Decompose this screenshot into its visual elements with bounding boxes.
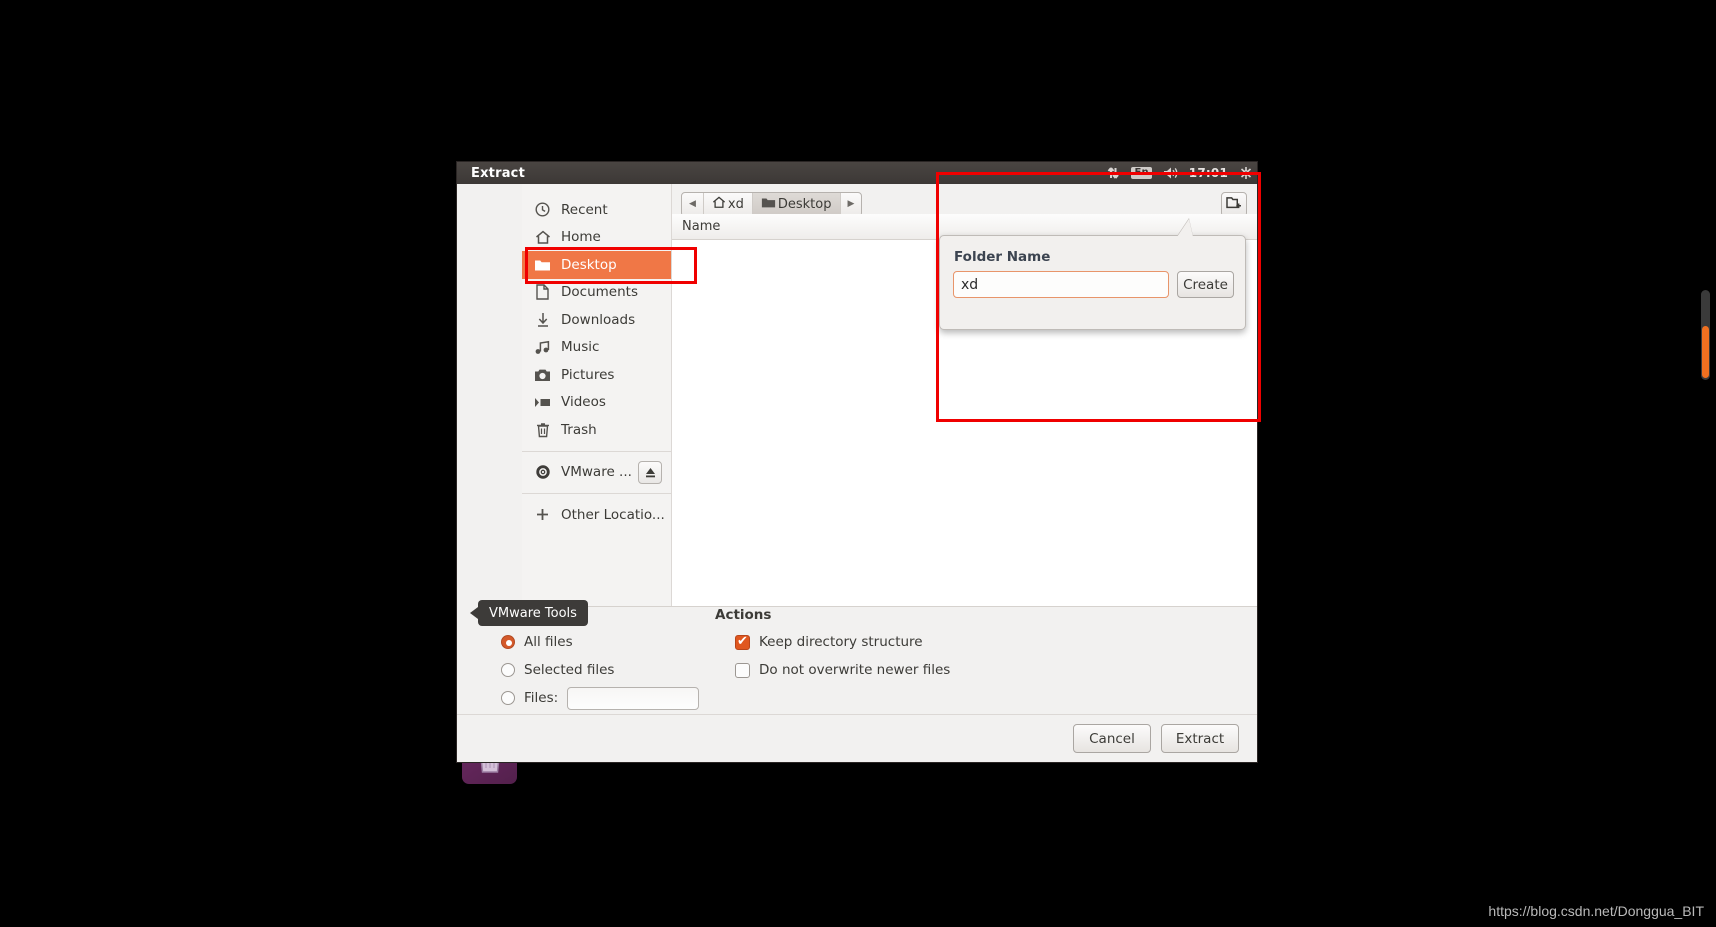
radio-files[interactable]: Files: — [481, 684, 821, 712]
folder-icon — [534, 258, 551, 272]
keyboard-layout-icon[interactable]: En — [1131, 167, 1152, 179]
radio-label: Selected files — [524, 662, 615, 678]
checkbox-label: Keep directory structure — [759, 634, 923, 650]
clock-icon — [534, 202, 551, 217]
sidebar-divider — [522, 450, 671, 452]
files-pattern-input[interactable] — [567, 686, 700, 710]
new-folder-popover: Folder Name Create — [939, 235, 1246, 330]
trash-icon — [534, 422, 551, 438]
plus-icon — [534, 507, 551, 522]
sidebar-label: Videos — [561, 394, 606, 411]
home-icon — [712, 196, 726, 213]
network-updown-icon[interactable] — [1106, 166, 1120, 180]
disc-icon — [534, 464, 551, 480]
sidebar-label: Other Locatio... — [561, 506, 665, 523]
sidebar-item-trash[interactable]: Trash — [522, 416, 671, 444]
tooltip-label: VMware Tools — [489, 605, 577, 621]
system-tray: En 17:01 — [1106, 162, 1253, 184]
breadcrumb-label: Desktop — [777, 196, 832, 212]
screen: a — [0, 0, 1716, 927]
sidebar-label: Trash — [561, 421, 597, 438]
checkbox-indicator — [735, 662, 750, 678]
sidebar-item-downloads[interactable]: Downloads — [522, 306, 671, 334]
download-icon — [534, 312, 551, 328]
tray-clock[interactable]: 17:01 — [1189, 166, 1228, 180]
breadcrumb-item-xd[interactable]: xd — [704, 192, 753, 216]
dialog-action-bar: Cancel Extract — [457, 714, 1257, 762]
watermark: https://blog.csdn.net/Donggua_BIT — [1488, 903, 1704, 919]
sidebar-label: Recent — [561, 201, 608, 218]
sidebar-item-videos[interactable]: Videos — [522, 389, 671, 417]
places-sidebar: Recent Home Desktop Documents Downloads … — [522, 184, 672, 606]
sidebar-label: Music — [561, 339, 600, 356]
document-icon — [534, 284, 551, 300]
breadcrumb-label: xd — [727, 196, 744, 212]
column-header-name: Name — [682, 219, 721, 234]
new-folder-icon — [1226, 195, 1242, 214]
sidebar-item-other-locations[interactable]: Other Locatio... — [522, 501, 671, 529]
sidebar-item-documents[interactable]: Documents — [522, 279, 671, 307]
sidebar-item-desktop[interactable]: Desktop — [522, 251, 671, 279]
actions-group-title: Actions — [715, 607, 772, 623]
radio-indicator — [501, 691, 515, 705]
sidebar-label: Downloads — [561, 311, 636, 328]
create-button[interactable]: Create — [1177, 271, 1234, 298]
folder-icon — [761, 196, 776, 213]
home-icon — [534, 230, 551, 245]
breadcrumb-back-button[interactable]: ◀ — [682, 192, 704, 216]
checkbox-keep-directory-structure[interactable]: Keep directory structure — [715, 628, 1045, 656]
sidebar-item-music[interactable]: Music — [522, 334, 671, 362]
radio-indicator — [501, 663, 515, 677]
popover-tail — [1177, 219, 1193, 237]
sidebar-item-home[interactable]: Home — [522, 224, 671, 252]
window-titlebar: Extract En 17:01 — [457, 162, 1257, 184]
sidebar-divider-2 — [522, 493, 671, 494]
sidebar-item-pictures[interactable]: Pictures — [522, 361, 671, 389]
radio-indicator — [501, 635, 515, 649]
checkbox-do-not-overwrite[interactable]: Do not overwrite newer files — [715, 656, 1045, 684]
options-panel: Extract All files Selected files Files: … — [479, 606, 1257, 714]
sidebar-label: Documents — [561, 284, 638, 301]
sidebar-label: VMware ... — [561, 464, 632, 481]
camera-icon — [534, 368, 551, 382]
radio-label: Files: — [524, 690, 559, 706]
launcher-tooltip: VMware Tools — [470, 600, 588, 626]
sidebar-item-recent[interactable]: Recent — [522, 196, 671, 224]
sidebar-label: Home — [561, 229, 601, 246]
checkbox-indicator — [735, 634, 750, 650]
video-icon — [534, 396, 551, 409]
page-scrollbar-thumb[interactable] — [1702, 326, 1709, 378]
extract-dialog-window: Extract En 17:01 Recent Home Desktop Doc… — [457, 162, 1257, 762]
music-icon — [534, 340, 551, 355]
folder-name-input[interactable] — [953, 271, 1169, 298]
breadcrumb-item-desktop[interactable]: Desktop — [752, 192, 841, 216]
sidebar-label: Pictures — [561, 366, 615, 383]
checkbox-label: Do not overwrite newer files — [759, 662, 951, 678]
volume-icon[interactable] — [1163, 166, 1178, 180]
settings-icon[interactable] — [1239, 166, 1253, 180]
window-title: Extract — [471, 165, 525, 181]
radio-label: All files — [524, 634, 573, 650]
eject-icon[interactable] — [638, 460, 662, 484]
popover-title: Folder Name — [954, 249, 1051, 265]
breadcrumb-forward-button[interactable]: ▶ — [841, 193, 862, 216]
cancel-button[interactable]: Cancel — [1073, 724, 1151, 753]
sidebar-item-vmware-device[interactable]: VMware ... — [522, 459, 671, 487]
page-scrollbar-track[interactable] — [1701, 290, 1710, 380]
sidebar-label: Desktop — [561, 256, 617, 273]
breadcrumb: ◀ xd Desktop ▶ — [681, 191, 863, 217]
extract-button[interactable]: Extract — [1161, 724, 1239, 753]
